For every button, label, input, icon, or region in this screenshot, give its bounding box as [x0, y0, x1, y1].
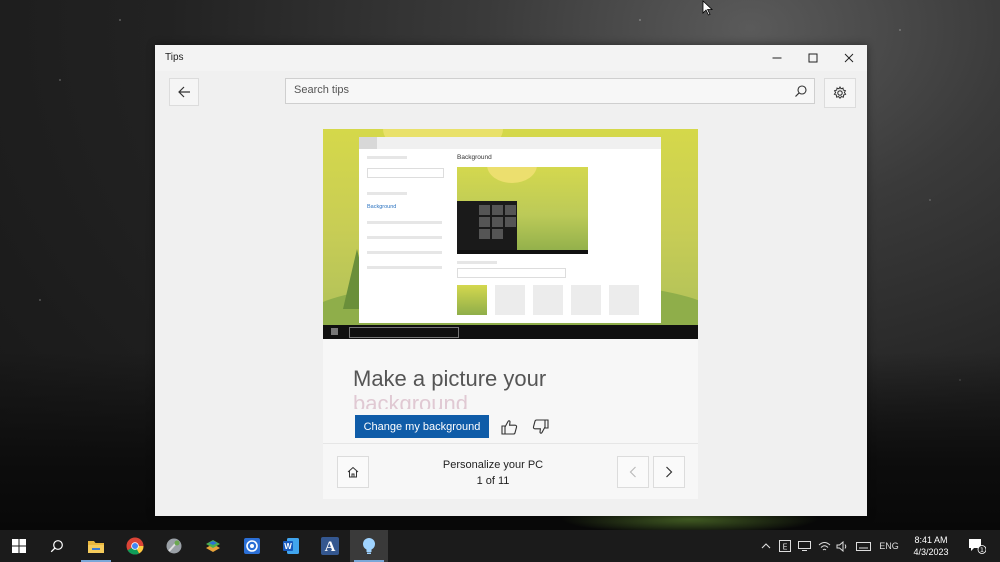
- svg-text:A: A: [325, 539, 336, 555]
- home-icon: [347, 466, 359, 478]
- clock-time: 8:41 AM: [914, 535, 948, 545]
- keyboard-icon: [855, 541, 871, 551]
- gear-icon: [833, 86, 847, 99]
- search-icon[interactable]: [794, 84, 808, 98]
- app-icon: [166, 538, 182, 554]
- back-arrow-icon: [177, 86, 190, 98]
- settings-mockup: Background Background: [359, 137, 661, 323]
- word-icon: W: [283, 538, 299, 554]
- wifi-icon: [818, 541, 830, 550]
- tip-position: 1 of 11: [476, 475, 510, 487]
- letter-a-icon: A: [321, 537, 339, 555]
- thumbs-up-icon: [500, 420, 517, 435]
- app-icon: E: [779, 540, 791, 552]
- tip-card: Background Background Make a picture you…: [323, 129, 698, 499]
- tip-title: Make a picture your: [353, 366, 547, 391]
- tray-volume-icon[interactable]: [834, 530, 850, 562]
- svg-text:W: W: [284, 542, 292, 551]
- start-button[interactable]: [0, 530, 38, 562]
- close-button[interactable]: [831, 45, 867, 71]
- mouse-cursor-icon: [702, 0, 714, 16]
- taskbar-clock[interactable]: 8:41 AM 4/3/2023: [896, 534, 966, 558]
- maximize-button[interactable]: [795, 45, 831, 71]
- notification-count: 1: [980, 546, 984, 554]
- collection-title: Personalize your PC: [442, 459, 544, 471]
- chevron-up-icon: [761, 543, 771, 549]
- tray-keyboard-icon[interactable]: [853, 530, 873, 562]
- display-icon: [797, 541, 811, 551]
- chrome-icon: [126, 537, 144, 555]
- close-icon: [844, 53, 854, 63]
- windows-icon: [12, 539, 26, 553]
- maximize-icon: [808, 53, 818, 63]
- tray-network-icon[interactable]: [815, 530, 833, 562]
- notification-icon: 1: [969, 539, 986, 554]
- action-center-button[interactable]: 1: [964, 530, 990, 562]
- taskbar-app-6[interactable]: [194, 530, 232, 562]
- mock-taskbar: [323, 325, 698, 339]
- thumbs-up-button[interactable]: [499, 417, 519, 437]
- tip-title-continued: background: [353, 393, 468, 409]
- thumbs-down-icon: [532, 419, 549, 434]
- minimize-icon: [772, 57, 782, 59]
- mock-title: Background: [457, 154, 492, 161]
- tray-app-icon[interactable]: E: [777, 530, 793, 562]
- change-background-button[interactable]: Change my background: [355, 415, 489, 438]
- window-title: Tips: [165, 52, 184, 63]
- thumbs-down-button[interactable]: [530, 417, 550, 437]
- taskbar-file-explorer[interactable]: [77, 530, 115, 562]
- folder-icon: [88, 540, 104, 553]
- app-icon: [244, 538, 260, 554]
- next-tip-button[interactable]: [653, 456, 685, 488]
- chevron-left-icon: [629, 466, 636, 478]
- home-button[interactable]: [337, 456, 369, 488]
- back-button[interactable]: [169, 78, 199, 106]
- mock-preview: [457, 167, 588, 254]
- taskbar-word[interactable]: W: [272, 530, 310, 562]
- search-input[interactable]: [286, 79, 792, 101]
- mock-background-link: Background: [367, 204, 397, 210]
- tip-hero-image: Background Background: [323, 129, 698, 339]
- tips-window: Tips Search tips Background Background M…: [155, 45, 867, 516]
- clock-date: 4/3/2023: [913, 547, 949, 557]
- taskbar-chrome[interactable]: [116, 530, 154, 562]
- taskbar-font-app[interactable]: A: [311, 530, 349, 562]
- lightbulb-icon: [363, 538, 375, 554]
- show-hidden-icons-button[interactable]: [758, 530, 774, 562]
- svg-text:E: E: [782, 543, 787, 552]
- chevron-right-icon: [666, 466, 673, 478]
- previous-tip-button[interactable]: [617, 456, 649, 488]
- taskbar-app-5[interactable]: [155, 530, 193, 562]
- settings-button[interactable]: [824, 78, 856, 108]
- card-divider: [323, 443, 698, 444]
- title-bar: Tips: [155, 45, 867, 71]
- app-icon: [206, 540, 220, 552]
- search-icon: [50, 540, 63, 553]
- taskbar-app-7[interactable]: [233, 530, 271, 562]
- speaker-icon: [836, 540, 847, 552]
- search-box[interactable]: [285, 78, 815, 104]
- taskbar: W A E ENG 8:41 AM 4/3/2023 1: [0, 530, 1000, 562]
- taskbar-search-button[interactable]: [38, 530, 76, 562]
- minimize-button[interactable]: [759, 45, 795, 71]
- tray-display-icon[interactable]: [796, 530, 812, 562]
- taskbar-tips[interactable]: [350, 530, 388, 562]
